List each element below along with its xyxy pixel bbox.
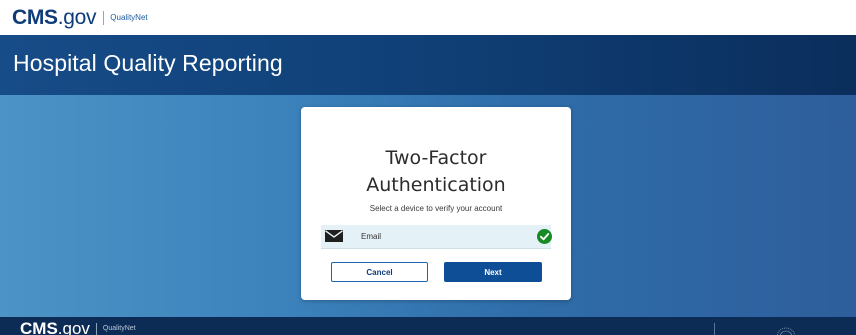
card-title: Two-Factor Authentication xyxy=(301,145,571,199)
page-header-band: Hospital Quality Reporting xyxy=(0,35,856,95)
qualitynet-logo[interactable]: QualityNet xyxy=(110,13,147,22)
footer-brand: CMS.gov QualityNet xyxy=(20,320,136,335)
cms-gov-logo[interactable]: CMS.gov xyxy=(12,6,97,29)
cms-logo-light: .gov xyxy=(57,6,97,29)
logo-divider xyxy=(103,10,105,25)
envelope-icon xyxy=(325,230,343,242)
footer-cms-logo-bold: CMS xyxy=(20,319,58,335)
device-label: Email xyxy=(361,232,382,241)
footer: CMS.gov QualityNet xyxy=(0,317,856,335)
top-bar: CMS.gov QualityNet xyxy=(0,0,856,35)
footer-qualitynet-logo[interactable]: QualityNet xyxy=(103,325,136,332)
footer-cms-logo[interactable]: CMS.gov xyxy=(20,320,90,335)
card-title-line2: Authentication xyxy=(366,174,506,196)
check-circle-icon xyxy=(537,229,552,244)
two-factor-card: Two-Factor Authentication Select a devic… xyxy=(301,107,571,300)
card-subtitle: Select a device to verify your account xyxy=(369,204,503,213)
footer-logo-divider xyxy=(95,322,97,335)
card-title-line1: Two-Factor xyxy=(385,147,487,169)
hhs-seal-icon xyxy=(776,327,796,335)
cms-logo-bold: CMS xyxy=(12,6,58,29)
footer-divider-line xyxy=(714,323,715,335)
footer-cms-logo-light: .gov xyxy=(57,319,90,335)
cancel-button[interactable]: Cancel xyxy=(331,262,428,282)
brand-logos: CMS.gov QualityNet xyxy=(12,7,148,28)
device-option-email[interactable]: Email xyxy=(321,225,552,249)
page-title: Hospital Quality Reporting xyxy=(13,50,283,76)
next-button[interactable]: Next xyxy=(444,262,542,282)
